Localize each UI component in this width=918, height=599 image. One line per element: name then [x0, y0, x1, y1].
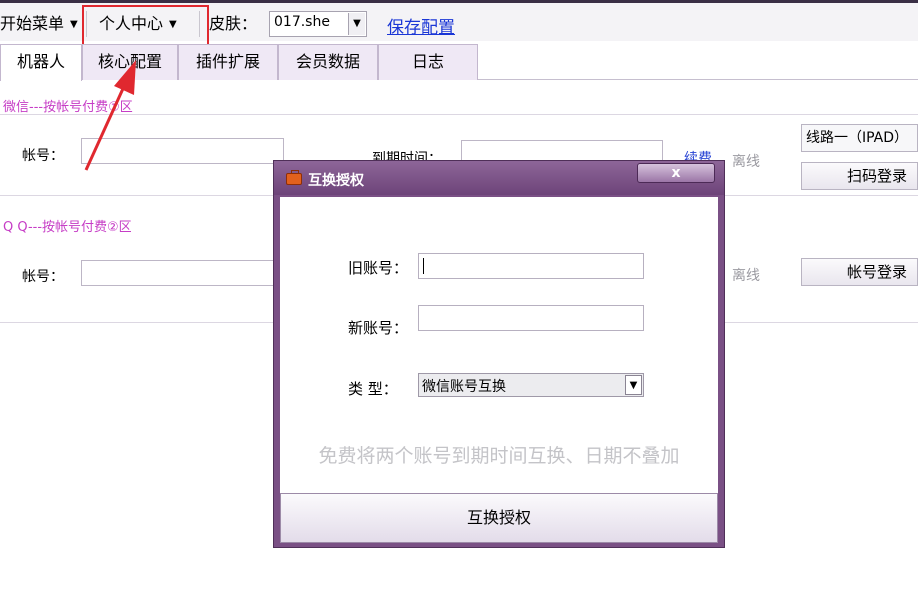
- text-cursor: [423, 258, 424, 274]
- tab-log[interactable]: 日志: [378, 44, 478, 80]
- section-divider: [0, 114, 918, 115]
- old-account-label: 旧账号：: [348, 259, 409, 277]
- qq-section-title: Q Q---按帐号付费②区: [3, 220, 132, 235]
- wechat-account-label: 帐号：: [22, 148, 64, 164]
- type-label: 类 型：: [348, 380, 398, 398]
- old-account-input[interactable]: [418, 253, 644, 279]
- close-button[interactable]: x: [637, 163, 715, 183]
- save-config-link[interactable]: 保存配置: [387, 13, 455, 38]
- skin-label: 皮肤：: [209, 14, 258, 33]
- qq-status: 离线: [732, 268, 760, 284]
- start-menu-label: 开始菜单: [0, 14, 65, 33]
- tab-member-data[interactable]: 会员数据: [278, 44, 378, 80]
- tab-core-config[interactable]: 核心配置: [82, 44, 178, 80]
- type-value: 微信账号互换: [422, 379, 506, 395]
- dropdown-arrow-icon[interactable]: ▼: [348, 13, 365, 35]
- qq-account-label: 帐号：: [22, 269, 64, 285]
- toolbox-icon: [286, 170, 302, 185]
- skin-value: 017.she: [274, 14, 330, 30]
- skin-select[interactable]: 017.she ▼: [269, 11, 367, 37]
- close-icon: x: [671, 165, 681, 181]
- new-account-input[interactable]: [418, 305, 644, 331]
- scan-login-button[interactable]: 扫码登录: [801, 162, 918, 190]
- type-select[interactable]: 微信账号互换 ▼: [418, 373, 644, 397]
- qq-account-input[interactable]: [81, 260, 284, 286]
- tab-bar: 机器人 核心配置 插件扩展 会员数据 日志: [0, 41, 918, 81]
- route-select[interactable]: 线路一（IPAD）: [801, 124, 918, 152]
- tab-robot[interactable]: 机器人: [0, 44, 82, 81]
- tab-plugins[interactable]: 插件扩展: [178, 44, 278, 80]
- wechat-status: 离线: [732, 154, 760, 170]
- start-menu[interactable]: 开始菜单 ▼: [0, 11, 78, 37]
- wechat-account-input[interactable]: [81, 138, 284, 164]
- caret-down-icon: ▼: [70, 19, 78, 30]
- dialog-titlebar[interactable]: 互换授权 x: [274, 161, 724, 195]
- dialog-body: 旧账号： 新账号： 类 型： 微信账号互换 ▼ 免费将两个账号到期时间互换、日期…: [280, 197, 718, 543]
- swap-auth-button[interactable]: 互换授权: [280, 493, 718, 543]
- account-login-button[interactable]: 帐号登录: [801, 258, 918, 286]
- hint-text: 免费将两个账号到期时间互换、日期不叠加: [318, 445, 680, 467]
- swap-auth-dialog: 互换授权 x 旧账号： 新账号： 类 型： 微信账号互换 ▼ 免费将两个账号到期…: [273, 160, 725, 548]
- dropdown-arrow-icon[interactable]: ▼: [625, 375, 642, 395]
- new-account-label: 新账号：: [348, 319, 409, 337]
- wechat-section-title: 微信---按帐号付费①区: [3, 100, 133, 115]
- dialog-title: 互换授权: [308, 173, 364, 189]
